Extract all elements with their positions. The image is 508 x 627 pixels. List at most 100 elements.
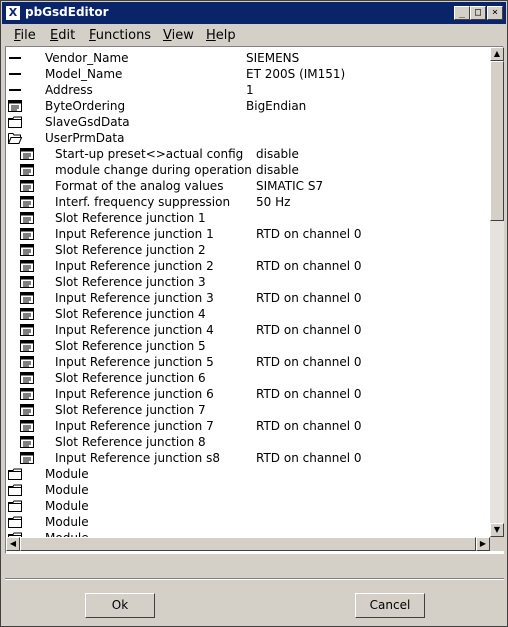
tree-row[interactable]: Module [6,466,490,482]
tree-row[interactable]: Input Reference junction 6 RTD on channel… [6,386,490,402]
menu-bar: File Edit Functions View Help [2,25,506,45]
tree-item-name: Input Reference junction 1 [55,227,214,241]
tree-row[interactable]: Slot Reference junction 4 [6,306,490,322]
tree-item-name: Format of the analog values [55,179,224,193]
tree-item-name: module change during operation [55,163,252,177]
tree-item-value: BigEndian [246,99,307,113]
separator [5,578,504,580]
scroll-down-icon[interactable]: ▼ [490,523,504,537]
tree-row[interactable]: Input Reference junction 7 RTD on channel… [6,418,490,434]
list-icon [8,100,22,112]
tree-row[interactable]: Slot Reference junction 6 [6,370,490,386]
tree-row[interactable]: Module [6,482,490,498]
tree-item-value: RTD on channel 0 [256,419,362,433]
list-icon [20,372,34,384]
tree-item-name: ByteOrdering [45,99,126,113]
tree-item-value: 50 Hz [256,195,291,209]
tree-item-value: RTD on channel 0 [256,355,362,369]
scroll-right-icon[interactable]: ▶ [476,537,490,551]
tree-view: Vendor_Name SIEMENS Model_Name ET 200S (IM1… [5,46,504,554]
tree-item-name: Slot Reference junction 4 [55,307,206,321]
tree-row[interactable]: Start-up preset<>actual config disable [6,146,490,162]
tree-row[interactable]: Input Reference junction s8 RTD on channe… [6,450,490,466]
list-icon [20,180,34,192]
list-icon [20,436,34,448]
tree-item-name: Slot Reference junction 7 [55,403,206,417]
scroll-left-icon[interactable]: ◀ [6,537,20,551]
tree-item-name: Input Reference junction 6 [55,387,214,401]
menu-file[interactable]: File [14,28,36,43]
tree-row[interactable]: Vendor_Name SIEMENS [6,50,490,66]
tree-row[interactable]: Input Reference junction 2 RTD on channel… [6,258,490,274]
vertical-scroll-thumb[interactable] [490,61,504,221]
tree-row[interactable]: Model_Name ET 200S (IM151) [6,66,490,82]
list-icon [20,388,34,400]
tree-item-value: RTD on channel 0 [256,387,362,401]
tree-row[interactable]: Input Reference junction 1 RTD on channel… [6,226,490,242]
folder-icon [8,484,22,496]
tree-item-name: Input Reference junction s8 [55,451,220,465]
list-icon [20,452,34,464]
tree-row[interactable]: Input Reference junction 3 RTD on channel… [6,290,490,306]
tree-row[interactable]: Interf. frequency suppression 50 Hz [6,194,490,210]
horizontal-scroll-thumb[interactable] [20,537,476,551]
tree-row[interactable]: Slot Reference junction 7 [6,402,490,418]
folder-icon [8,116,22,128]
tree-item-name: Input Reference junction 5 [55,355,214,369]
tree-item-name: Slot Reference junction 6 [55,371,206,385]
cancel-button[interactable]: Cancel [355,593,425,618]
menu-edit[interactable]: Edit [50,28,75,43]
tree-row[interactable]: Slot Reference junction 2 [6,242,490,258]
tree-item-name: Input Reference junction 2 [55,259,214,273]
tree-row[interactable]: SlaveGsdData [6,114,490,130]
tree-item-value: SIMATIC S7 [256,179,324,193]
tree-item-name: Module [45,499,89,513]
tree-row[interactable]: Address 1 [6,82,490,98]
window-title: pbGsdEditor [25,5,109,19]
tree-row[interactable]: Module [6,530,490,537]
minimize-button[interactable]: _ [454,6,470,20]
tree-item-name: Start-up preset<>actual config [55,147,244,161]
list-icon [20,292,34,304]
tree-item-name: SlaveGsdData [45,115,130,129]
maximize-button[interactable]: □ [470,6,486,20]
tree-row[interactable]: ByteOrdering BigEndian [6,98,490,114]
tree-item-name: Slot Reference junction 8 [55,435,206,449]
tree-row[interactable]: Input Reference junction 4 RTD on channel… [6,322,490,338]
close-button[interactable]: × [487,6,503,20]
tree-item-name: Slot Reference junction 3 [55,275,206,289]
tree-item-value: RTD on channel 0 [256,323,362,337]
list-icon [20,308,34,320]
tree-item-value: disable [256,147,299,161]
tree-item-value: ET 200S (IM151) [246,67,346,81]
tree-item-name: Model_Name [45,67,123,81]
tree-item-value: SIEMENS [246,51,300,65]
tree-item-name: Module [45,483,89,497]
tree-item-name: Slot Reference junction 5 [55,339,206,353]
menu-functions[interactable]: Functions [89,28,151,43]
tree-row[interactable]: Module [6,498,490,514]
scroll-up-icon[interactable]: ▲ [490,47,504,61]
horizontal-scrollbar[interactable]: ◀ ▶ [6,537,490,551]
tree-row[interactable]: Module [6,514,490,530]
tree-row[interactable]: Slot Reference junction 8 [6,434,490,450]
ok-button[interactable]: Ok [85,593,155,618]
tree-row[interactable]: Slot Reference junction 3 [6,274,490,290]
vertical-scrollbar[interactable]: ▲ ▼ [490,47,504,537]
tree-item-value: RTD on channel 0 [256,291,362,305]
list-icon [20,356,34,368]
tree-row[interactable]: module change during operation disable [6,162,490,178]
tree-row[interactable]: UserPrmData [6,130,490,146]
tree-row[interactable]: Slot Reference junction 5 [6,338,490,354]
tree-item-name: Input Reference junction 3 [55,291,214,305]
tree-item-name: Interf. frequency suppression [55,195,231,209]
tree-row[interactable]: Slot Reference junction 1 [6,210,490,226]
menu-view[interactable]: View [163,28,194,43]
title-bar[interactable]: X pbGsdEditor _ □ × [2,2,506,24]
menu-help[interactable]: Help [206,28,236,43]
tree-row[interactable]: Format of the analog values SIMATIC S7 [6,178,490,194]
tree-item-value: RTD on channel 0 [256,259,362,273]
list-icon [20,404,34,416]
tree-row[interactable]: Input Reference junction 5 RTD on channel… [6,354,490,370]
app-icon: X [6,6,20,20]
